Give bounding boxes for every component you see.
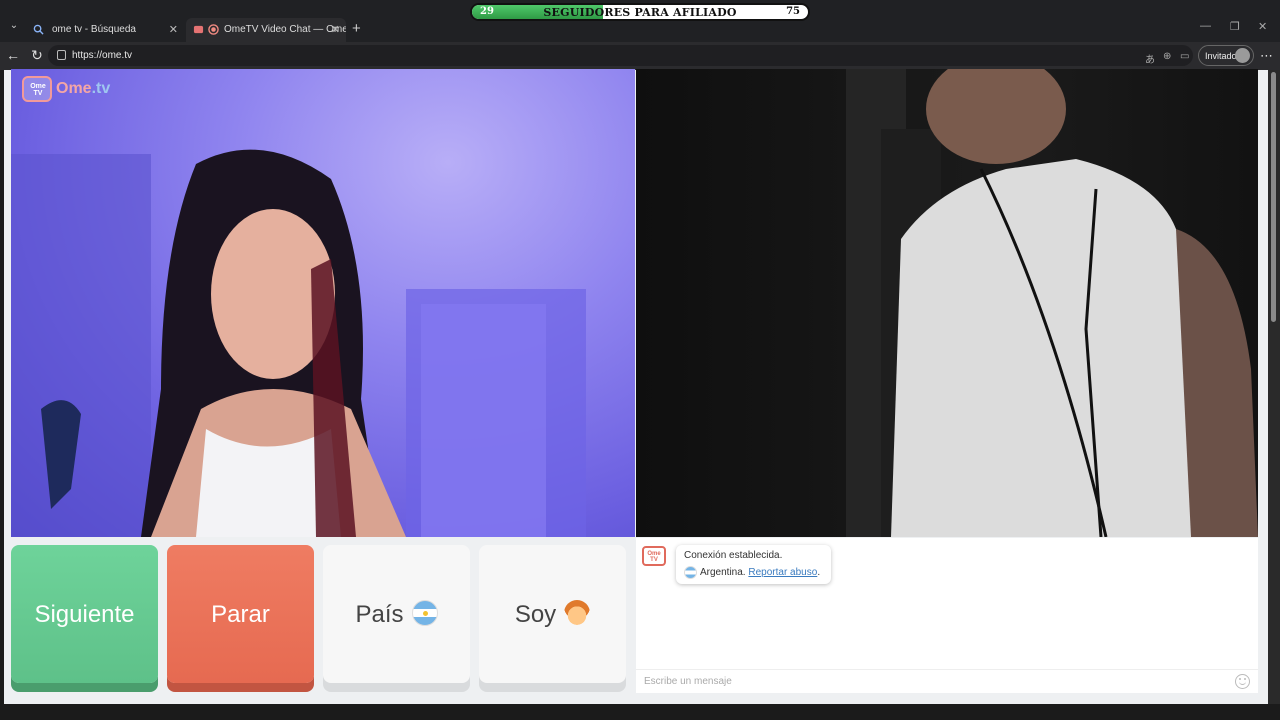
close-tab-icon[interactable]: ✕ <box>169 23 178 36</box>
maximize-icon[interactable]: ❐ <box>1230 20 1240 33</box>
gender-button[interactable]: Soy <box>479 545 626 683</box>
chat-panel: Ome TV Conexión establecida. Argentina. … <box>636 538 1258 693</box>
local-video <box>11 69 635 537</box>
stop-label: Parar <box>211 601 270 628</box>
reload-icon[interactable]: ↻ <box>28 47 46 64</box>
country-filter-button[interactable]: País <box>323 545 470 683</box>
back-icon[interactable]: ← <box>4 47 22 63</box>
connection-status: Conexión establecida. <box>684 550 783 561</box>
progress-goal: 75 <box>786 6 800 17</box>
message-input[interactable]: Escribe un mensaje <box>636 669 1258 693</box>
next-button[interactable]: Siguiente <box>11 545 158 683</box>
progress-label: SEGUIDORES PARA AFILIADO <box>543 6 737 19</box>
url-field[interactable]: https://ome.tv <box>48 45 1193 66</box>
boy-emoji-icon <box>564 599 591 626</box>
address-bar-row: ← ↻ https://ome.tv あ ⊕ ▭ Invitado ⋯ <box>0 42 1280 70</box>
logo-tld: .tv <box>91 80 111 97</box>
more-menu-icon[interactable]: ⋯ <box>1260 48 1273 64</box>
tab-list-menu-icon[interactable]: ⌄ <box>6 20 22 36</box>
new-tab-icon[interactable]: + <box>352 20 361 37</box>
partner-info: Argentina. Reportar abuso. <box>684 566 831 579</box>
logo-wordmark: Ome.tv <box>56 80 110 98</box>
site-favicon-icon <box>193 25 204 34</box>
argentina-flag-icon <box>684 566 697 579</box>
translate-icon[interactable]: あ <box>1145 51 1155 66</box>
logo-badge: Ome TV <box>30 83 46 97</box>
emoji-icon[interactable] <box>1235 674 1250 689</box>
url-text: https://ome.tv <box>72 50 133 61</box>
tab-title: OmeTV Video Chat — Omegle <box>224 24 346 35</box>
tv-logo-icon: Ome TV <box>22 76 52 102</box>
argentina-flag-icon <box>411 599 438 626</box>
system-badge: Ome TV <box>647 551 661 563</box>
stop-button[interactable]: Parar <box>167 545 314 683</box>
window-close-icon[interactable]: ✕ <box>1258 20 1267 33</box>
remote-video-scene <box>846 69 1258 537</box>
affiliate-progress-banner: 29 SEGUIDORES PARA AFILIADO 75 <box>470 3 810 21</box>
report-abuse-link[interactable]: Reportar abuso <box>748 567 817 578</box>
tab-ometv[interactable]: OmeTV Video Chat — Omegle ✕ <box>186 18 346 42</box>
minimize-icon[interactable]: — <box>1200 20 1211 32</box>
lock-icon <box>57 50 66 60</box>
logo-brand: Ome <box>56 80 92 97</box>
ometv-system-icon: Ome TV <box>642 546 666 566</box>
avatar-icon <box>1235 48 1250 63</box>
tab-title: ome tv - Búsqueda <box>52 24 136 35</box>
profile-label: Invitado <box>1205 51 1237 61</box>
bottom-strip <box>0 704 1280 720</box>
country-label: País <box>355 601 404 628</box>
report-suffix: . <box>817 567 821 579</box>
system-message: Conexión establecida. Argentina. Reporta… <box>676 545 831 584</box>
close-tab-icon[interactable]: ✕ <box>331 23 340 36</box>
scrollbar-thumb[interactable] <box>1271 72 1276 322</box>
message-placeholder: Escribe un mensaje <box>644 676 732 687</box>
extensions-icon[interactable]: ⊕ <box>1163 51 1171 62</box>
remote-video <box>636 69 1258 537</box>
gender-label: Soy <box>514 601 557 628</box>
search-icon <box>33 24 44 35</box>
tab-search[interactable]: ome tv - Búsqueda ✕ <box>24 18 184 42</box>
next-label: Siguiente <box>34 601 135 628</box>
scrollbar[interactable] <box>1268 70 1280 704</box>
local-video-scene <box>11 149 586 537</box>
profile-button[interactable]: Invitado <box>1198 45 1254 66</box>
partner-country: Argentina. <box>700 567 746 579</box>
camera-icon[interactable]: ▭ <box>1180 51 1189 62</box>
record-icon <box>208 24 219 35</box>
